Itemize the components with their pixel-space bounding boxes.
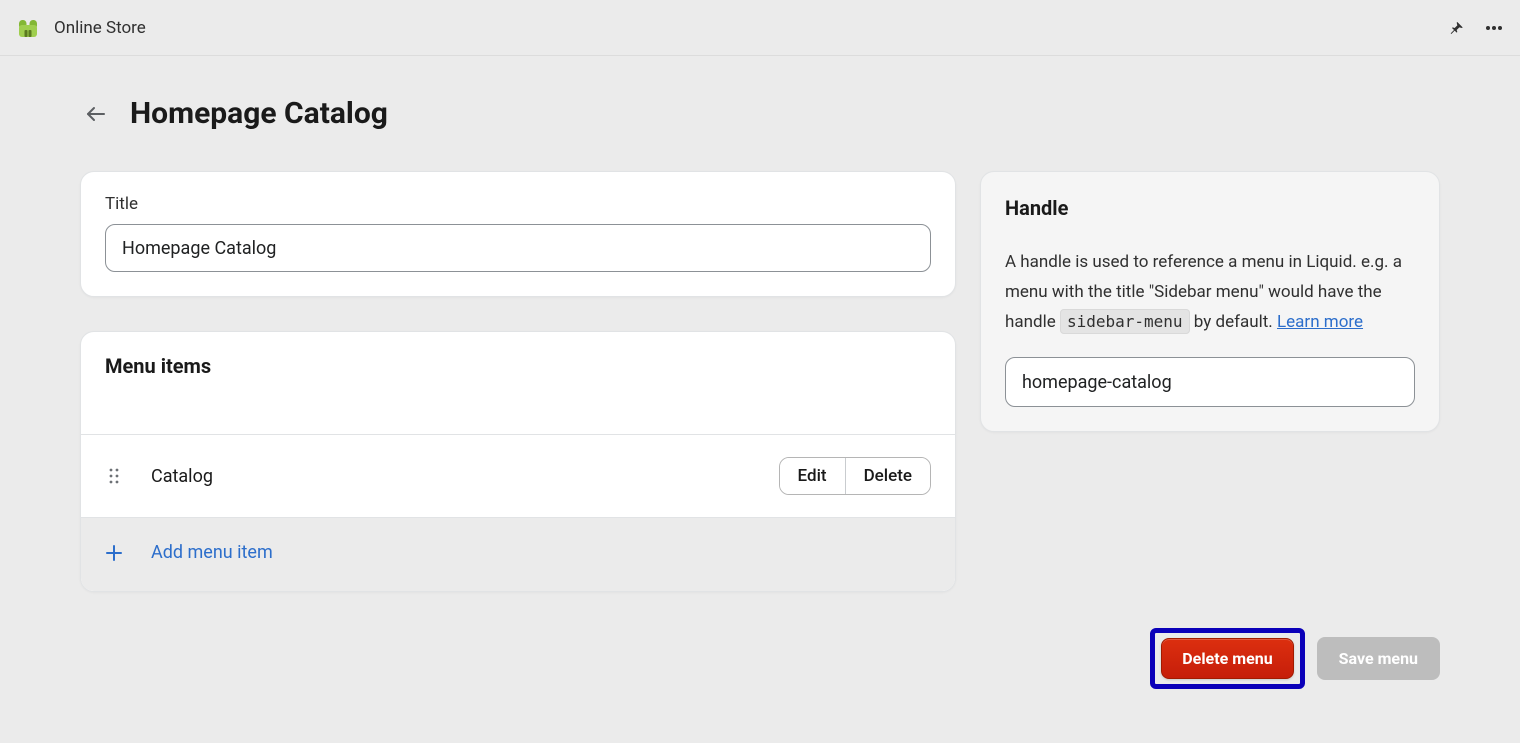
pin-icon[interactable] <box>1442 14 1470 42</box>
handle-card: Handle A handle is used to reference a m… <box>980 171 1440 432</box>
menu-item-row: Catalog Edit Delete <box>81 434 955 517</box>
main-column: Title Menu items Catalog Edit Delete <box>80 171 956 592</box>
topbar: Online Store <box>0 0 1520 56</box>
title-card: Title <box>80 171 956 297</box>
footer-actions: Delete menu Save menu <box>80 628 1440 689</box>
learn-more-link[interactable]: Learn more <box>1277 312 1363 332</box>
title-label: Title <box>105 194 931 214</box>
more-icon[interactable] <box>1480 14 1508 42</box>
handle-desc-post: by default. <box>1190 312 1277 332</box>
menu-items-title: Menu items <box>105 354 931 378</box>
save-menu-button[interactable]: Save menu <box>1317 637 1440 680</box>
topbar-right <box>1442 14 1508 42</box>
topbar-left: Online Store <box>16 16 146 40</box>
delete-menu-button[interactable]: Delete menu <box>1161 638 1293 679</box>
menu-item-actions: Edit Delete <box>779 457 931 495</box>
title-input[interactable] <box>105 224 931 272</box>
delete-menu-highlight: Delete menu <box>1150 628 1304 689</box>
columns: Title Menu items Catalog Edit Delete <box>80 171 1440 592</box>
handle-description: A handle is used to reference a menu in … <box>1005 248 1415 337</box>
side-column: Handle A handle is used to reference a m… <box>980 171 1440 432</box>
page-title: Homepage Catalog <box>130 96 388 131</box>
add-menu-item[interactable]: Add menu item <box>81 517 955 591</box>
handle-title: Handle <box>1005 196 1415 220</box>
plus-icon <box>105 545 123 561</box>
back-arrow-icon[interactable] <box>80 98 112 130</box>
delete-item-button[interactable]: Delete <box>845 458 930 494</box>
edit-button[interactable]: Edit <box>780 458 845 494</box>
menu-items-header: Menu items <box>81 332 955 434</box>
drag-handle-icon[interactable] <box>105 468 123 484</box>
add-menu-item-label: Add menu item <box>151 542 273 563</box>
menu-items-card: Menu items Catalog Edit Delete <box>80 331 956 592</box>
menu-item-label: Catalog <box>151 466 751 487</box>
page: Homepage Catalog Title Menu items Catalo… <box>0 56 1520 689</box>
app-logo-icon <box>16 16 40 40</box>
handle-desc-code: sidebar-menu <box>1060 309 1190 334</box>
page-header: Homepage Catalog <box>80 96 1440 131</box>
handle-input[interactable] <box>1005 357 1415 407</box>
app-title: Online Store <box>54 18 146 38</box>
